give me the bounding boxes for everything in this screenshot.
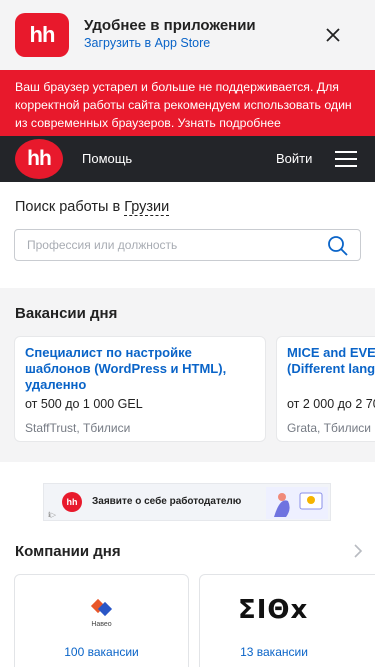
vacancy-title[interactable]: MICE and EVENT (Different lang bbox=[287, 345, 375, 377]
app-banner-title: Удобнее в приложении bbox=[84, 17, 256, 34]
app-download-banner[interactable]: hh Удобнее в приложении Загрузить в App … bbox=[0, 0, 375, 70]
search-box bbox=[14, 229, 361, 261]
vacancy-employer: StaffTrust, Тбилиси bbox=[25, 421, 131, 435]
vacancy-card[interactable]: MICE and EVENT (Different lang от 2 000 … bbox=[276, 336, 375, 442]
ad-marker-icon[interactable]: ℹ▷ bbox=[48, 511, 56, 519]
company-vacancy-count[interactable]: 13 вакансии bbox=[160, 645, 375, 659]
help-link[interactable]: Помощь bbox=[82, 151, 132, 166]
app-store-link[interactable]: Загрузить в App Store bbox=[84, 36, 210, 50]
site-header: hh Помощь Войти bbox=[0, 136, 375, 182]
chevron-right-icon[interactable] bbox=[352, 544, 364, 558]
hh-app-logo: hh bbox=[15, 13, 69, 57]
vacancies-title: Вакансии дня bbox=[15, 305, 118, 322]
close-icon[interactable] bbox=[322, 24, 344, 46]
search-heading: Поиск работы в Грузии bbox=[15, 199, 170, 216]
company-name: Навео bbox=[91, 621, 112, 628]
vacancy-salary: от 2 000 до 2 70 bbox=[287, 397, 375, 411]
employer-ad-banner[interactable]: hh Заявите о себе работодателю ℹ▷ bbox=[43, 483, 331, 521]
ad-illustration-icon bbox=[266, 487, 328, 519]
login-link[interactable]: Войти bbox=[276, 151, 312, 166]
companies-title: Компании дня bbox=[15, 543, 121, 560]
search-icon[interactable] bbox=[327, 235, 349, 257]
ad-text: Заявите о себе работодателю bbox=[92, 496, 242, 507]
vacancy-card[interactable]: Специалист по настройке шаблонов (WordPr… bbox=[14, 336, 266, 442]
company-card[interactable]: ΣIΘx 13 вакансии bbox=[199, 574, 375, 667]
company-logo-text: ΣIΘx bbox=[238, 595, 309, 625]
ad-hh-logo: hh bbox=[62, 492, 82, 512]
search-input[interactable] bbox=[27, 230, 327, 260]
vacancy-title[interactable]: Специалист по настройке шаблонов (WordPr… bbox=[25, 345, 255, 393]
outdated-browser-warning[interactable]: Ваш браузер устарел и больше не поддержи… bbox=[0, 70, 375, 136]
hamburger-menu-icon[interactable] bbox=[335, 151, 357, 167]
vacancy-employer: Grata, Тбилиси bbox=[287, 421, 371, 435]
hh-logo[interactable]: hh bbox=[15, 139, 63, 179]
vacancy-salary: от 500 до 1 000 GEL bbox=[25, 397, 143, 411]
search-heading-prefix: Поиск работы в bbox=[15, 199, 121, 215]
region-selector[interactable]: Грузии bbox=[124, 199, 170, 216]
